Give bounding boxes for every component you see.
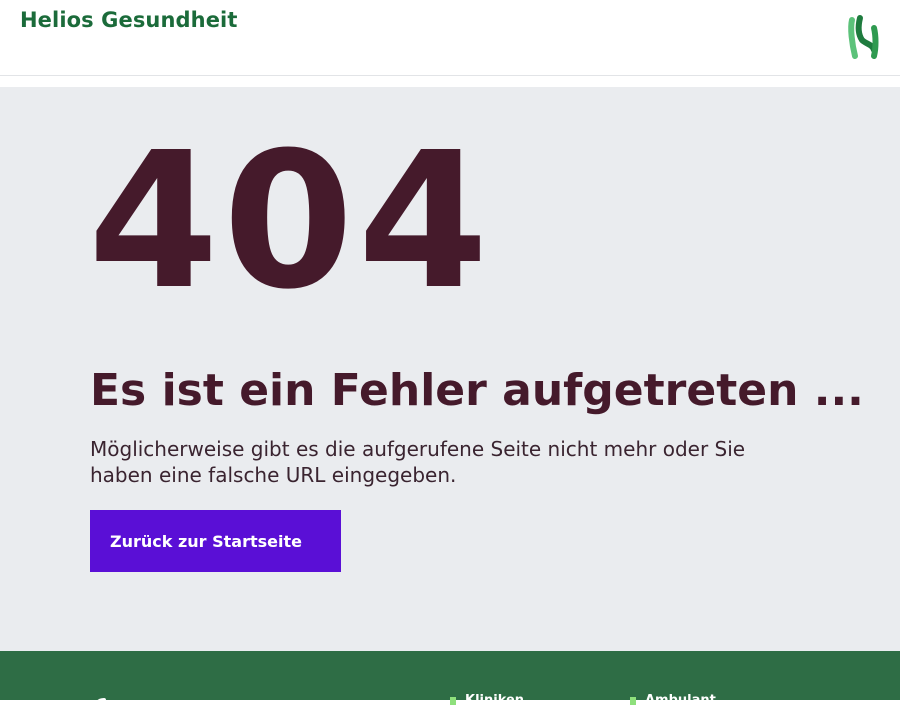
error-code: 404: [88, 112, 493, 331]
site-header: Helios Gesundheit: [0, 0, 900, 76]
footer-link-label: Kliniken: [465, 693, 525, 708]
chevron-marker-icon: [630, 696, 636, 705]
helios-logo-icon[interactable]: [846, 14, 882, 62]
brand-name-link[interactable]: Helios Gesundheit: [20, 8, 238, 32]
back-to-home-button[interactable]: Zurück zur Startseite: [90, 510, 341, 572]
error-headline: Es ist ein Fehler aufgetreten ...: [90, 365, 864, 416]
site-footer: Kliniken Ambulant: [0, 651, 900, 712]
chevron-marker-icon: [450, 696, 456, 705]
footer-link-kliniken[interactable]: Kliniken: [450, 693, 524, 708]
footer-logo-icon: [92, 695, 112, 712]
footer-link-ambulant[interactable]: Ambulant: [630, 693, 716, 708]
error-section: 404 Es ist ein Fehler aufgetreten ... Mö…: [0, 87, 900, 651]
footer-link-label: Ambulant: [645, 693, 716, 708]
error-message: Möglicherweise gibt es die aufgerufene S…: [90, 437, 746, 487]
